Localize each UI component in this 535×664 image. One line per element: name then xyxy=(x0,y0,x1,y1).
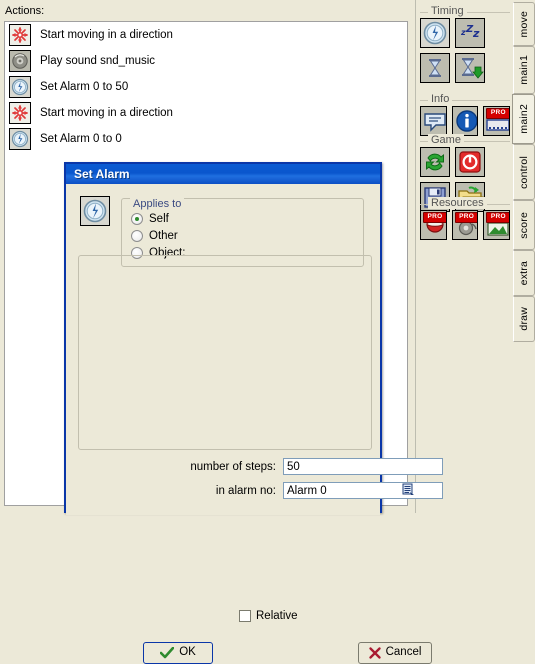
tab-label: extra xyxy=(518,260,530,286)
arguments-group xyxy=(78,255,372,450)
display-message-icon[interactable] xyxy=(420,106,447,136)
field-label: in alarm no: xyxy=(215,484,276,497)
replace-sound-icon[interactable]: PRO xyxy=(451,210,479,240)
ok-button[interactable]: OK xyxy=(143,642,213,664)
list-item-label: Set Alarm 0 to 50 xyxy=(40,81,129,93)
relative-checkbox-row[interactable]: Relative xyxy=(239,610,298,622)
svg-text:z: z xyxy=(472,27,480,40)
library-group-title: Info xyxy=(428,93,453,105)
list-item[interactable]: Start moving in a direction xyxy=(5,22,407,48)
list-item-label: Play sound snd_music xyxy=(40,55,156,67)
set-alarm-icon[interactable] xyxy=(420,18,450,48)
set-timeline-icon[interactable] xyxy=(420,53,450,83)
library-group-timing: Timing z Z z xyxy=(420,5,510,90)
alarm-clock-icon xyxy=(9,76,31,98)
sleep-zzz-icon[interactable]: z Z z xyxy=(455,18,485,48)
tab-move[interactable]: move xyxy=(513,2,535,46)
list-menu-icon[interactable] xyxy=(402,483,415,496)
tab-label: move xyxy=(518,10,530,38)
set-timeline-position-icon[interactable] xyxy=(455,53,485,83)
tab-score[interactable]: score xyxy=(513,200,535,250)
list-item[interactable]: Start moving in a direction xyxy=(5,100,407,126)
pro-badge: PRO xyxy=(486,108,510,119)
radio-label: Other xyxy=(149,229,178,242)
check-icon xyxy=(160,647,175,659)
cancel-button[interactable]: Cancel xyxy=(358,642,432,664)
radio-label: Self xyxy=(149,212,169,225)
list-item-label: Set Alarm 0 to 0 xyxy=(40,133,122,145)
sound-icon xyxy=(9,50,31,72)
tab-label: score xyxy=(518,211,530,239)
move-star-icon xyxy=(9,24,31,46)
list-item-label: Start moving in a direction xyxy=(40,107,173,119)
alarm-number-input[interactable] xyxy=(283,482,443,499)
end-game-icon[interactable] xyxy=(455,147,485,177)
library-group-title: Timing xyxy=(428,5,467,17)
radio-applies-other[interactable]: Other xyxy=(122,227,363,244)
tab-label: control xyxy=(518,155,530,189)
tab-main1[interactable]: main1 xyxy=(513,46,535,94)
list-item[interactable]: Set Alarm 0 to 0 xyxy=(5,126,407,152)
radio-button[interactable] xyxy=(131,212,143,225)
tab-label: main2 xyxy=(517,104,530,134)
show-info-icon[interactable] xyxy=(451,106,479,136)
list-item[interactable]: Play sound snd_music xyxy=(5,48,407,74)
radio-applies-self[interactable]: Self xyxy=(122,210,363,227)
set-alarm-dialog: Set Alarm Self Other Object: Applies to … xyxy=(64,162,443,664)
number-of-steps-input[interactable] xyxy=(283,458,443,475)
library-group-title: Resources xyxy=(428,197,487,209)
list-item-label: Start moving in a direction xyxy=(40,29,173,41)
action-tabs: move main1 main2 control score extra dra… xyxy=(512,0,535,513)
action-library-pane: Timing z Z z Info PRO Game Resources PRO… xyxy=(415,0,512,513)
dialog-title: Set Alarm xyxy=(74,167,130,181)
alarm-clock-icon xyxy=(9,128,31,150)
actions-label: Actions: xyxy=(5,5,45,17)
tab-label: draw xyxy=(518,307,530,331)
replace-sprite-icon[interactable]: PRO xyxy=(420,210,447,240)
pro-badge: PRO xyxy=(423,212,446,223)
ok-button-label: OK xyxy=(179,646,196,659)
list-item[interactable]: Set Alarm 0 to 50 xyxy=(5,74,407,100)
radio-button[interactable] xyxy=(131,229,143,242)
pro-badge: PRO xyxy=(486,212,510,223)
show-video-icon[interactable]: PRO xyxy=(483,106,511,136)
library-group-title: Game xyxy=(428,134,464,146)
replace-background-icon[interactable]: PRO xyxy=(483,210,511,240)
move-star-icon xyxy=(9,102,31,124)
pro-badge: PRO xyxy=(454,212,478,223)
library-group-resources: Resources PRO PRO PRO xyxy=(420,197,511,246)
cross-icon xyxy=(368,647,381,659)
alarm-clock-icon xyxy=(80,196,110,226)
cancel-button-label: Cancel xyxy=(385,646,422,659)
tab-draw[interactable]: draw xyxy=(513,296,535,342)
tab-main2[interactable]: main2 xyxy=(512,94,535,144)
relative-label: Relative xyxy=(256,610,298,622)
relative-checkbox[interactable] xyxy=(239,610,251,622)
dialog-titlebar[interactable]: Set Alarm xyxy=(66,164,380,184)
tab-label: main1 xyxy=(518,55,530,85)
field-label: number of steps: xyxy=(190,460,276,473)
restart-game-icon[interactable] xyxy=(420,147,450,177)
tab-extra[interactable]: extra xyxy=(513,250,535,296)
field-number-of-steps: number of steps: xyxy=(176,458,443,475)
applies-to-legend: Applies to xyxy=(130,198,185,210)
tab-control[interactable]: control xyxy=(513,144,535,200)
